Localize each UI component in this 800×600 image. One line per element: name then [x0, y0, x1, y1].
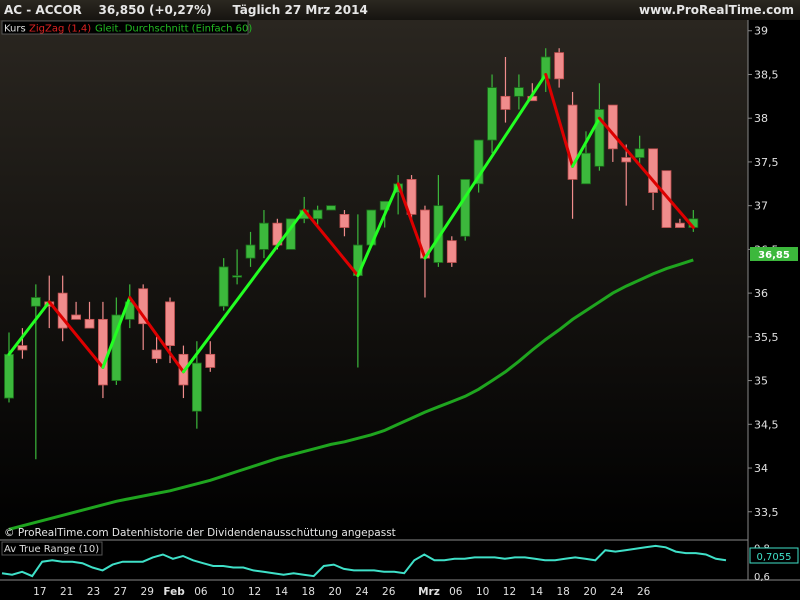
atr-title: Av True Range (10)	[4, 544, 99, 555]
candle-body	[165, 301, 175, 346]
date-tick-label: 24	[610, 586, 624, 598]
instrument-name: AC - ACCOR	[4, 3, 82, 17]
candle-body	[621, 157, 632, 163]
date-tick-label: 26	[637, 586, 651, 598]
footer-copyright: © ProRealTime.com Datenhistorie der Divi…	[4, 527, 396, 539]
period-date: Täglich 27 Mrz 2014	[232, 3, 368, 17]
date-tick-label: 06	[194, 586, 208, 598]
top-bar: AC - ACCOR 36,850 (+0,27%) Täglich 27 Mr…	[0, 0, 800, 20]
date-tick-label: 23	[87, 586, 100, 598]
date-tick-label: 18	[556, 586, 569, 598]
date-tick-label: 14	[275, 586, 289, 598]
date-tick-label: 24	[355, 586, 369, 598]
date-axis: 17 21 23 27 29 Feb 06 10 12 14 18 20 24 26 Mrz 06 10 12 14…	[33, 586, 650, 598]
candle-body	[487, 87, 497, 141]
legend: Kurs ZigZag (1,4) Gleit. Durchschnitt (E…	[1, 20, 252, 35]
candle-body	[232, 275, 243, 278]
price-tick-label: 34	[754, 462, 768, 475]
legend-moving-average: Gleit. Durchschnitt (Einfach 60)	[95, 24, 252, 35]
price-axis: 33,53434,53535,53636,53737,53838,539	[748, 25, 779, 519]
date-tick-label: 26	[382, 586, 396, 598]
legend-kurs: Kurs	[4, 24, 26, 35]
date-tick-label: 10	[221, 586, 234, 598]
price-tick-label: 39	[754, 25, 768, 38]
candle	[460, 179, 471, 241]
date-tick-label: 10	[476, 586, 489, 598]
site-link[interactable]: www.ProRealTime.com	[639, 3, 794, 17]
price-tick-label: 38	[754, 112, 768, 125]
date-tick-label: 12	[503, 586, 516, 598]
price-tick-label: 35	[754, 375, 768, 388]
atr-tick-label: 0,6	[754, 572, 770, 583]
date-tick-label: 17	[33, 586, 46, 598]
candle-body	[245, 244, 256, 259]
price-tick-label: 34,5	[754, 418, 779, 431]
candle-body	[98, 318, 108, 386]
price-tick-label: 38,5	[754, 68, 779, 81]
legend-zigzag: ZigZag (1,4)	[29, 24, 91, 35]
date-tick-label: 29	[141, 586, 154, 598]
price-tick-label: 35,5	[754, 331, 779, 344]
price-chart-area[interactable]: 33,53434,53535,53636,53737,53838,539 172…	[0, 20, 800, 600]
candle-body	[460, 179, 471, 237]
candle	[446, 236, 457, 267]
candle-body	[513, 87, 524, 97]
candle-body	[205, 353, 216, 368]
candle-body	[30, 297, 41, 307]
candle-body	[554, 52, 565, 80]
candle	[326, 205, 336, 211]
date-tick-label: Mrz	[418, 586, 440, 598]
price-tick-label: 37	[754, 200, 768, 213]
candle-body	[326, 205, 336, 211]
date-tick-label: 20	[583, 586, 596, 598]
lower-plot-background	[0, 540, 748, 580]
candle-body	[675, 222, 685, 228]
price-tick-label: 36	[754, 287, 768, 300]
candle-body	[71, 314, 81, 320]
last-price-label: 36,85	[758, 250, 790, 261]
price-tick-label: 33,5	[754, 506, 779, 519]
title-bar-left: AC - ACCOR 36,850 (+0,27%) Täglich 27 Mr…	[4, 3, 368, 17]
candle-body	[218, 266, 229, 307]
date-tick-label: 12	[248, 586, 261, 598]
date-tick-label: 20	[328, 586, 341, 598]
date-tick-label: 06	[449, 586, 463, 598]
price-change: 36,850 (+0,27%)	[98, 3, 212, 17]
candle-body	[339, 214, 350, 228]
candle-body	[446, 240, 457, 263]
atr-value-label: 0,7055	[757, 552, 792, 563]
main-plot-background	[0, 20, 748, 540]
candle-body	[607, 104, 618, 150]
candle-body	[151, 349, 162, 360]
date-tick-label: 21	[60, 586, 73, 598]
candle-body	[4, 353, 14, 399]
candle-body	[567, 104, 578, 180]
date-tick-label: 14	[530, 586, 544, 598]
date-tick-label: 18	[302, 586, 315, 598]
candle-body	[17, 345, 28, 351]
date-tick-label: 27	[114, 586, 127, 598]
date-tick-label: Feb	[163, 586, 185, 598]
candle-body	[312, 209, 323, 220]
candle-body	[634, 148, 645, 158]
candle-body	[84, 318, 95, 329]
candle-body	[191, 362, 202, 412]
price-tick-label: 37,5	[754, 156, 779, 169]
candle-body	[259, 222, 269, 250]
candle-body	[500, 95, 511, 110]
candle-body	[581, 152, 591, 185]
